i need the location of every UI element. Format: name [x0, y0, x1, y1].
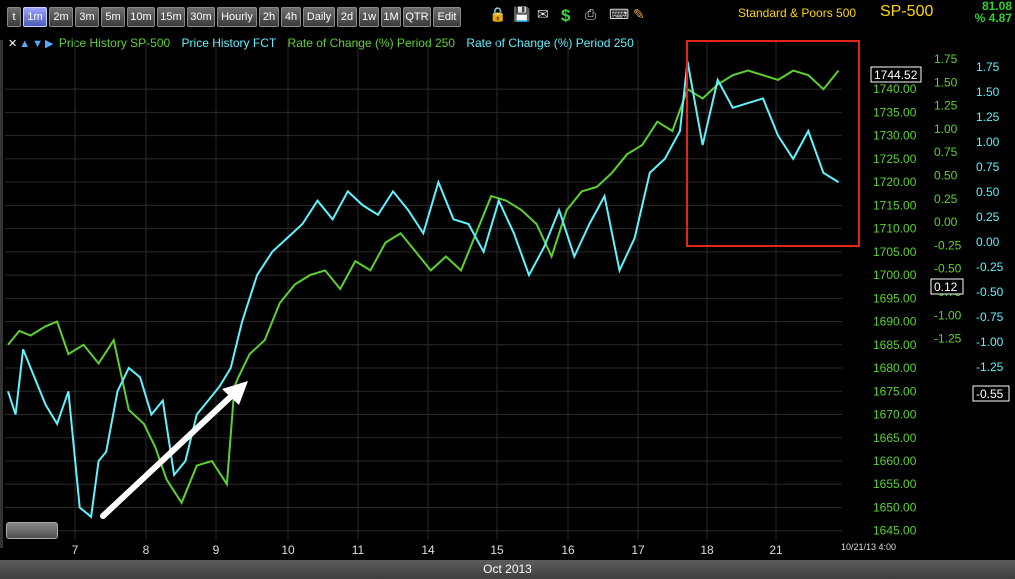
price-tick-label: 1740.00 — [873, 82, 917, 96]
roc1-tick-label: 0.75 — [934, 145, 958, 159]
price-tick-label: 1705.00 — [873, 245, 917, 259]
roc2-tick-label: -0.25 — [976, 260, 1004, 274]
x-tick-label: 8 — [143, 543, 150, 557]
trend-arrow — [100, 385, 243, 519]
price-tick-label: 1725.00 — [873, 152, 917, 166]
price-tick-label: 1690.00 — [873, 315, 917, 329]
x-tick-label: 15 — [490, 543, 504, 557]
scroll-handle[interactable] — [6, 522, 58, 539]
roc2-tick-label: 1.25 — [976, 110, 1000, 124]
price-tick-label: 1710.00 — [873, 222, 917, 236]
x-tick-label: 11 — [352, 543, 365, 557]
series-line-fct — [7, 61, 840, 519]
roc2-last-value: -0.55 — [976, 387, 1004, 401]
roc2-tick-label: 1.75 — [976, 60, 1000, 74]
roc2-tick-label: -0.50 — [976, 285, 1004, 299]
x-tick-label: 16 — [561, 543, 575, 557]
roc2-tick-label: 1.00 — [976, 135, 1000, 149]
price-tick-label: 1700.00 — [873, 268, 917, 282]
roc1-tick-label: 0.50 — [934, 169, 958, 183]
roc1-tick-label: -1.25 — [934, 332, 962, 346]
roc1-tick-label: 0.00 — [934, 215, 958, 229]
roc1-tick-label: 0.25 — [934, 192, 958, 206]
roc2-tick-label: 1.50 — [976, 85, 1000, 99]
price-tick-label: 1675.00 — [873, 384, 917, 398]
x-tick-label: 18 — [700, 543, 714, 557]
roc1-tick-label: 1.25 — [934, 99, 958, 113]
price-chart: 1645.001650.001655.001660.001665.001670.… — [5, 40, 1010, 557]
price-tick-label: 1650.00 — [873, 500, 917, 514]
roc1-tick-label: 1.00 — [934, 122, 958, 136]
month-label: Oct 2013 — [483, 562, 532, 576]
x-tick-label: 7 — [72, 543, 79, 557]
time-axis-bar: Oct 2013 — [0, 560, 1015, 579]
highlight-rectangle — [686, 40, 860, 247]
price-tick-label: 1660.00 — [873, 454, 917, 468]
x-tick-label: 9 — [213, 543, 220, 557]
price-tick-label: 1645.00 — [873, 524, 917, 538]
roc1-last-value: 0.12 — [934, 280, 958, 294]
price-tick-label: 1685.00 — [873, 338, 917, 352]
price-tick-label: 1655.00 — [873, 477, 917, 491]
timestamp-label: 10/21/13 4:00 — [841, 542, 897, 552]
price-tick-label: 1695.00 — [873, 291, 917, 305]
price-tick-label: 1670.00 — [873, 408, 917, 422]
roc2-tick-label: 0.00 — [976, 235, 1000, 249]
roc1-tick-label: -0.25 — [934, 238, 962, 252]
price-last-value: 1744.52 — [874, 68, 918, 82]
roc2-tick-label: -1.25 — [976, 360, 1004, 374]
x-tick-label: 10 — [281, 543, 295, 557]
price-tick-label: 1735.00 — [873, 105, 917, 119]
roc2-tick-label: -1.00 — [976, 335, 1004, 349]
price-tick-label: 1715.00 — [873, 198, 917, 212]
price-tick-label: 1720.00 — [873, 175, 917, 189]
price-tick-label: 1730.00 — [873, 129, 917, 143]
roc2-tick-label: 0.25 — [976, 210, 1000, 224]
x-tick-label: 17 — [631, 543, 645, 557]
roc2-tick-label: -0.75 — [976, 310, 1004, 324]
roc1-tick-label: -1.00 — [934, 308, 962, 322]
price-tick-label: 1665.00 — [873, 431, 917, 445]
roc1-tick-label: -0.50 — [934, 262, 962, 276]
roc2-tick-label: 0.50 — [976, 185, 1000, 199]
price-tick-label: 1680.00 — [873, 361, 917, 375]
x-tick-label: 21 — [769, 543, 783, 557]
roc1-tick-label: 1.75 — [934, 52, 958, 66]
roc2-tick-label: 0.75 — [976, 160, 1000, 174]
x-tick-label: 14 — [421, 543, 435, 557]
roc1-tick-label: 1.50 — [934, 75, 958, 89]
